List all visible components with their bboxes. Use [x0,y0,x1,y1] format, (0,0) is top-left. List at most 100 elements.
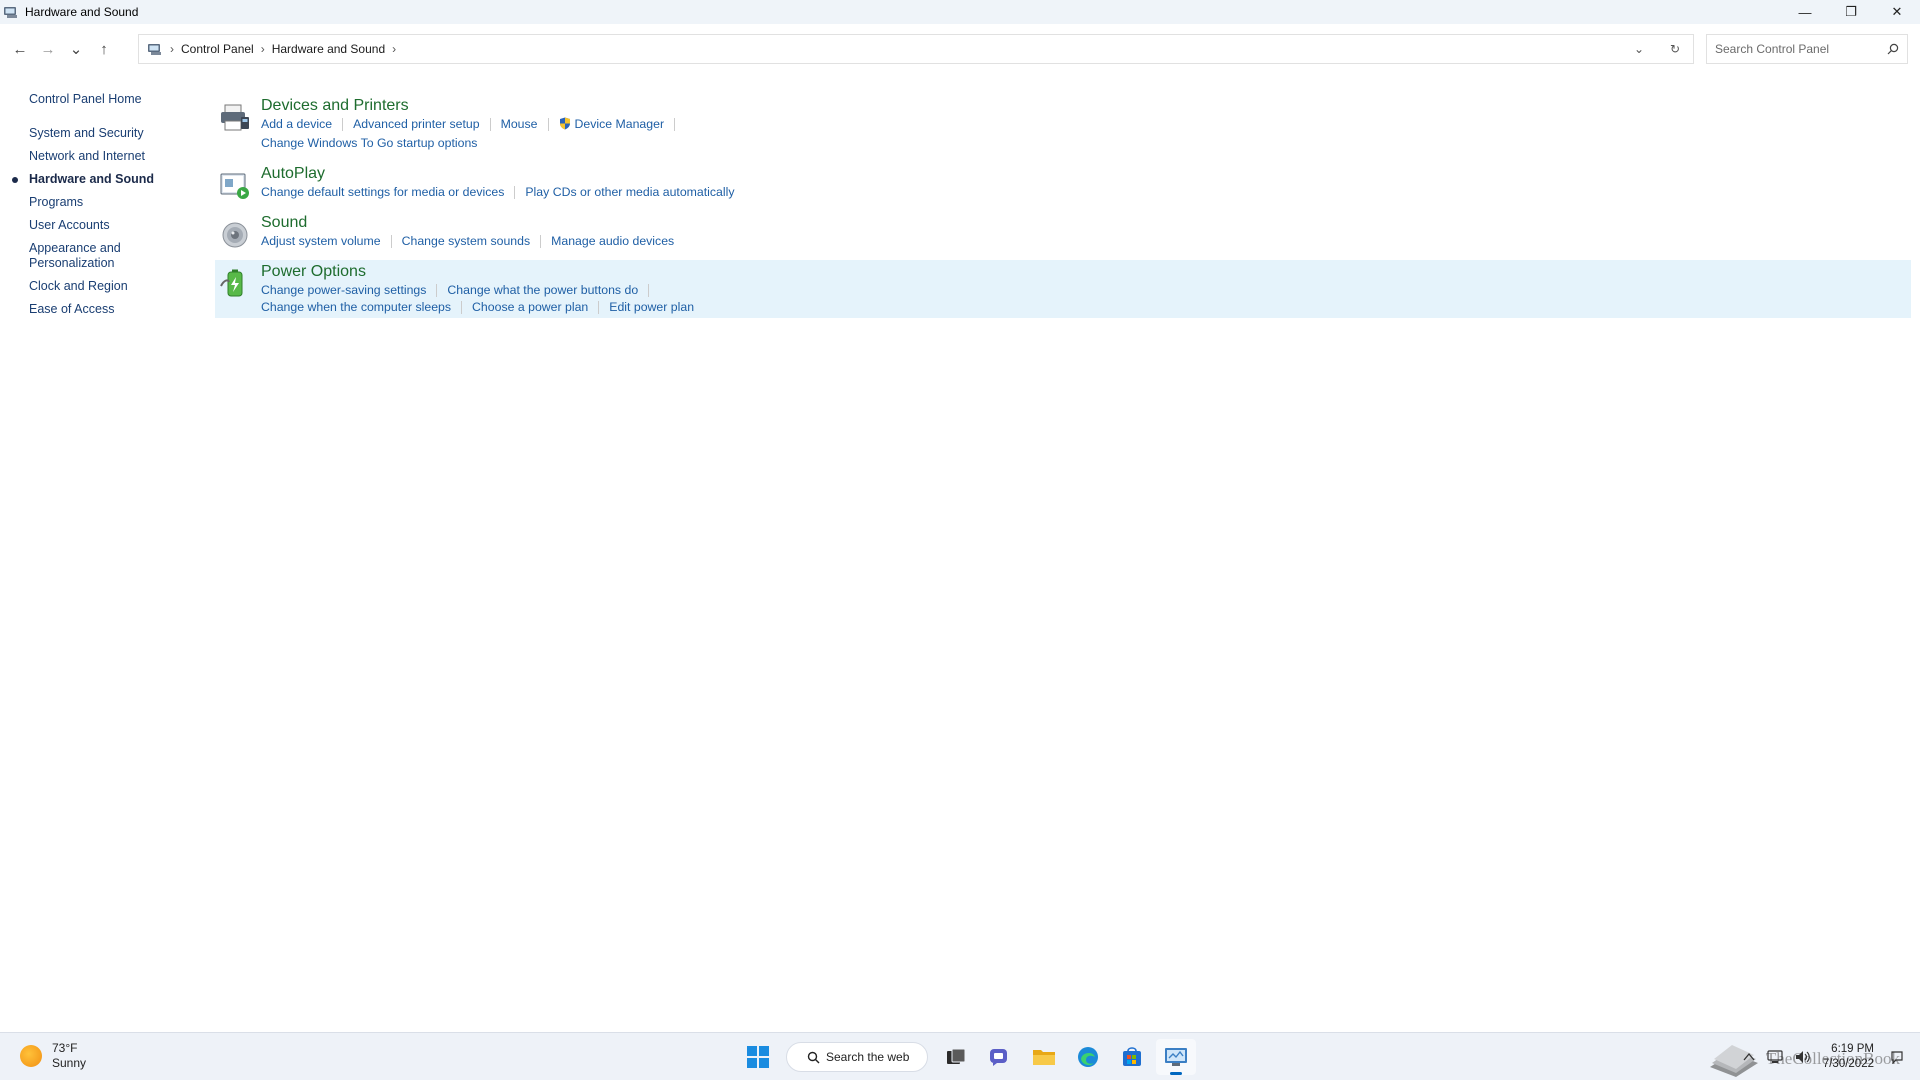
change-when-computer-sleeps-link[interactable]: Change when the computer sleeps [261,299,451,316]
play-cds-automatically-link[interactable]: Play CDs or other media automatically [525,184,734,201]
sidebar-item-system-and-security[interactable]: System and Security [0,126,210,141]
mouse-link[interactable]: Mouse [501,116,538,133]
sidebar-item-network-and-internet[interactable]: Network and Internet [0,149,210,164]
link-divider [390,235,392,249]
recent-locations-chevron-icon[interactable]: ⌄ [62,35,90,63]
search-input[interactable] [1707,36,1879,62]
sidebar-item-hardware-and-sound[interactable]: Hardware and Sound [0,172,210,187]
category-title[interactable]: AutoPlay [261,164,1911,184]
window-controls: — ❐ ✕ [1782,0,1920,24]
forward-arrow-icon[interactable]: → [34,35,62,63]
change-system-sounds-link[interactable]: Change system sounds [402,233,531,250]
main-content: Devices and Printers Add a device Advance… [215,94,1911,326]
volume-icon[interactable] [1795,1050,1811,1064]
taskbar-clock[interactable]: 6:19 PM 7/30/2022 [1823,1042,1874,1072]
speaker-icon[interactable] [217,217,253,253]
notification-icon[interactable] [1890,1050,1904,1064]
category-links: Adjust system volume Change system sounds… [261,233,1911,250]
change-power-saving-settings-link[interactable]: Change power-saving settings [261,282,426,299]
search-box [1706,34,1908,64]
printer-icon[interactable] [217,100,253,136]
link-divider [514,186,516,200]
control-panel-home-link[interactable]: Control Panel Home [29,92,142,106]
file-explorer-icon[interactable] [1024,1039,1064,1075]
title-bar: Hardware and Sound — ❐ ✕ [0,0,1920,24]
taskbar-search-button[interactable]: Search the web [786,1042,928,1072]
adjust-system-volume-link[interactable]: Adjust system volume [261,233,381,250]
breadcrumb-separator-icon[interactable]: › [261,42,265,56]
category-links: Add a device Advanced printer setup Mouse D… [261,116,1911,152]
change-power-buttons-link[interactable]: Change what the power buttons do [447,282,638,299]
microsoft-store-icon[interactable] [1112,1039,1152,1075]
link-divider [598,301,600,315]
edge-browser-icon[interactable] [1068,1039,1108,1075]
address-bar[interactable]: › Control Panel › Hardware and Sound › ⌄… [138,34,1694,64]
task-view-icon[interactable] [936,1039,976,1075]
breadcrumb-separator-icon[interactable]: › [170,42,174,56]
add-a-device-link[interactable]: Add a device [261,116,332,133]
control-panel-icon [3,5,19,19]
control-panel-taskbar-icon[interactable] [1156,1039,1196,1075]
breadcrumb-hardware-and-sound[interactable]: Hardware and Sound [272,42,385,56]
link-divider [648,284,650,298]
category-list: System and Security Network and Internet… [0,126,210,325]
device-manager-link[interactable]: Device Manager [559,116,665,135]
link-divider [461,301,463,315]
category-links: Change default settings for media or dev… [261,184,1911,201]
category-title[interactable]: Devices and Printers [261,96,1911,116]
clock-time: 6:19 PM [1831,1043,1874,1055]
clock-date: 7/30/2022 [1822,1058,1874,1070]
sidebar-item-appearance-and-personalization[interactable]: Appearance and Personalization [0,241,210,271]
teams-chat-icon[interactable] [980,1039,1020,1075]
system-tray: 6:19 PM 7/30/2022 [1737,1039,1910,1075]
manage-audio-devices-link[interactable]: Manage audio devices [551,233,674,250]
sidebar-item-clock-and-region[interactable]: Clock and Region [0,279,210,294]
minimize-button[interactable]: — [1782,0,1828,24]
start-windows-icon[interactable] [738,1039,778,1075]
change-default-settings-for-media-link[interactable]: Change default settings for media or dev… [261,184,504,201]
sidebar-item-programs[interactable]: Programs [0,195,210,210]
sun-icon [20,1045,42,1067]
navigation-bar: ← → ⌄ ↑ › Control Panel › Hardware and S… [0,30,1920,68]
address-dropdown-chevron-icon[interactable]: ⌄ [1621,42,1657,56]
category-title[interactable]: Power Options [261,262,1911,282]
back-arrow-icon[interactable]: ← [6,35,34,63]
taskbar-apps: Search the web [736,1039,1198,1075]
uac-shield-icon [559,117,571,135]
breadcrumb-control-panel[interactable]: Control Panel [181,42,254,56]
weather-widget[interactable]: 73°F Sunny [20,1041,86,1071]
advanced-printer-setup-link[interactable]: Advanced printer setup [353,116,479,133]
close-button[interactable]: ✕ [1874,0,1920,24]
taskbar-search-label: Search the web [826,1050,910,1064]
link-divider [674,118,676,132]
edit-power-plan-link[interactable]: Edit power plan [609,299,694,316]
category-autoplay: AutoPlay Change default settings for med… [215,162,1911,203]
window-title: Hardware and Sound [25,5,139,19]
restore-button[interactable]: ❐ [1828,0,1874,24]
device-manager-label: Device Manager [574,117,665,131]
taskbar: 73°F Sunny Search the web TheCollectionB… [0,1032,1920,1080]
network-icon[interactable] [1767,1050,1783,1064]
choose-a-power-plan-link[interactable]: Choose a power plan [472,299,588,316]
battery-icon[interactable] [217,266,253,302]
sidebar-item-ease-of-access[interactable]: Ease of Access [0,302,210,317]
show-hidden-icons-chevron-icon[interactable] [1743,1052,1755,1062]
sidebar-item-user-accounts[interactable]: User Accounts [0,218,210,233]
category-sound: Sound Adjust system volume Change system … [215,211,1911,252]
change-windows-to-go-startup-options-link[interactable]: Change Windows To Go startup options [261,135,477,152]
category-title[interactable]: Sound [261,213,1911,233]
category-devices-and-printers: Devices and Printers Add a device Advance… [215,94,1911,154]
link-divider [540,235,542,249]
link-divider [547,118,549,132]
refresh-icon[interactable]: ↻ [1657,42,1693,56]
category-links: Change power-saving settings Change what … [261,282,1911,316]
autoplay-icon[interactable] [217,168,253,204]
link-divider [489,118,491,132]
link-divider [342,118,344,132]
weather-temperature: 73°F [52,1041,78,1055]
link-divider [436,284,438,298]
weather-condition: Sunny [52,1056,87,1070]
breadcrumb-separator-icon[interactable]: › [392,42,396,56]
up-arrow-icon[interactable]: ↑ [90,35,118,63]
search-icon[interactable] [1879,43,1907,55]
